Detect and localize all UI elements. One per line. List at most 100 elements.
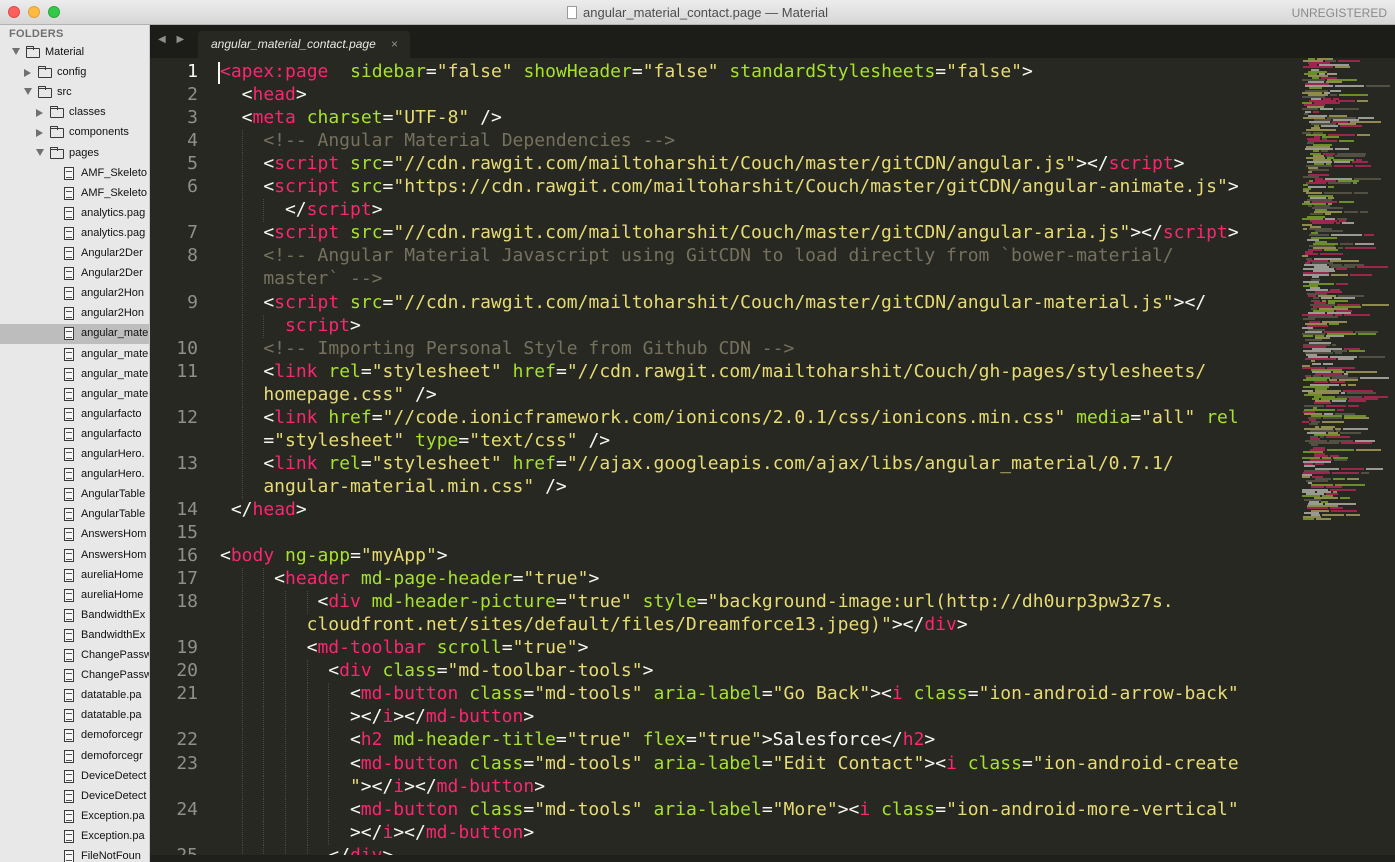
sidebar-file[interactable]: AMF_Skeleto — [0, 164, 149, 184]
code-line[interactable]: <script src="//cdn.rawgit.com/mailtohars… — [263, 153, 1184, 174]
indent-guide — [263, 683, 265, 707]
sidebar-file[interactable]: ChangePassw — [0, 646, 149, 666]
code-line[interactable]: <md-button class="md-tools" aria-label="… — [350, 683, 1239, 704]
code-line[interactable]: <md-button class="md-tools" aria-label="… — [350, 753, 1239, 774]
sidebar-file[interactable]: analytics.pag — [0, 224, 149, 244]
sidebar-file[interactable]: aureliaHome — [0, 586, 149, 606]
code-line[interactable]: <script src="//cdn.rawgit.com/mailtohars… — [263, 292, 1206, 313]
sidebar-file[interactable]: angular_mate — [0, 365, 149, 385]
code-token: < — [263, 360, 275, 382]
sidebar-file[interactable]: analytics.pag — [0, 204, 149, 224]
sidebar-file[interactable]: datatable.pa — [0, 686, 149, 706]
code-line[interactable]: homepage.css" /> — [263, 384, 436, 405]
sidebar-folder[interactable]: src — [0, 83, 149, 103]
sidebar-file[interactable]: AnswersHom — [0, 525, 149, 545]
sidebar-file[interactable]: AMF_Skeleto — [0, 184, 149, 204]
sidebar-file[interactable]: Angular2Der — [0, 264, 149, 284]
code-line[interactable]: </head> — [231, 499, 307, 520]
sidebar-file[interactable]: aureliaHome — [0, 566, 149, 586]
minimap-line — [1339, 139, 1354, 142]
code-line[interactable]: <header md-page-header="true"> — [274, 568, 599, 589]
code-line[interactable]: <link rel="stylesheet" href="//ajax.goog… — [263, 453, 1173, 474]
sidebar-file[interactable]: AngularTable — [0, 485, 149, 505]
sidebar-file[interactable]: BandwidthEx — [0, 606, 149, 626]
code-line[interactable]: master` --> — [263, 268, 382, 289]
code-line[interactable]: <md-toolbar scroll="true"> — [307, 637, 589, 658]
minimap-line — [1344, 314, 1370, 317]
sidebar-folder[interactable]: config — [0, 63, 149, 83]
sidebar-file[interactable]: angularHero. — [0, 465, 149, 485]
code-line[interactable]: </script> — [285, 199, 383, 220]
sidebar-file[interactable]: angularHero. — [0, 445, 149, 465]
code-line[interactable]: angular-material.min.css" /> — [263, 476, 566, 497]
code-line[interactable]: cloudfront.net/sites/default/files/Dream… — [307, 614, 968, 635]
code-line[interactable]: ="stylesheet" type="text/css" /> — [263, 430, 610, 451]
disclosure-open-icon[interactable] — [24, 88, 32, 96]
minimap[interactable] — [1300, 58, 1395, 862]
code-line[interactable]: <apex:page sidebar="false" showHeader="f… — [220, 61, 1033, 82]
tab-nav-arrows[interactable]: ◀ ▶ — [158, 34, 188, 45]
code-line[interactable]: <!-- Importing Personal Style from Githu… — [263, 338, 794, 359]
sidebar-file[interactable]: DeviceDetect — [0, 767, 149, 787]
sidebar-file[interactable]: FileNotFoun — [0, 847, 149, 862]
code-token: < — [349, 752, 361, 774]
code-line[interactable]: script> — [285, 315, 361, 336]
code-line[interactable]: <h2 md-header-title="true" flex="true">S… — [350, 729, 935, 750]
code-token: < — [349, 683, 361, 705]
disclosure-closed-icon[interactable] — [24, 69, 31, 78]
sidebar-file[interactable]: angular_mate — [0, 345, 149, 365]
code-line[interactable]: <script src="https://cdn.rawgit.com/mail… — [263, 176, 1238, 197]
sidebar-folder[interactable]: classes — [0, 103, 149, 123]
sidebar-file[interactable]: Exception.pa — [0, 807, 149, 827]
code-line[interactable]: <!-- Angular Material Dependencies --> — [263, 130, 675, 151]
code-line[interactable]: "></i></md-button> — [350, 776, 545, 797]
sidebar-file[interactable]: angular_mate — [0, 385, 149, 405]
code-line[interactable]: <link rel="stylesheet" href="//cdn.rawgi… — [263, 361, 1206, 382]
code-line[interactable]: <head> — [242, 84, 307, 105]
tab-close-icon[interactable]: × — [391, 37, 398, 51]
file-label: angularfacto — [81, 427, 142, 440]
code-line[interactable]: <div md-header-picture="true" style="bac… — [317, 591, 1173, 612]
code-line[interactable]: <meta charset="UTF-8" /> — [242, 107, 502, 128]
sidebar-file[interactable]: AngularTable — [0, 505, 149, 525]
sidebar-file[interactable]: angularfacto — [0, 405, 149, 425]
sidebar-file[interactable]: demoforcegr — [0, 726, 149, 746]
sidebar-file[interactable]: Angular2Der — [0, 244, 149, 264]
file-label: demoforcegr — [81, 729, 143, 742]
sidebar-file[interactable]: angularfacto — [0, 425, 149, 445]
sidebar-file[interactable]: Exception.pa — [0, 827, 149, 847]
sidebar-file[interactable]: DeviceDetect — [0, 787, 149, 807]
code-line[interactable]: <link href="//code.ionicframework.com/io… — [263, 407, 1238, 428]
disclosure-closed-icon[interactable] — [36, 129, 43, 138]
sidebar-file[interactable]: angular2Hon — [0, 304, 149, 324]
code-line[interactable]: <div class="md-toolbar-tools"> — [328, 660, 653, 681]
code-line[interactable]: ></i></md-button> — [350, 822, 534, 843]
code-line[interactable]: <script src="//cdn.rawgit.com/mailtohars… — [263, 222, 1238, 243]
code-line[interactable]: ></i></md-button> — [350, 706, 534, 727]
sidebar-folder[interactable]: Material — [0, 43, 149, 63]
sidebar-file[interactable]: angular2Hon — [0, 284, 149, 304]
sidebar-file[interactable]: angular_mate — [0, 324, 149, 345]
sidebar-folder[interactable]: components — [0, 123, 149, 143]
code-token: "//cdn.rawgit.com/mailtoharshit/Couch/ma… — [393, 153, 1077, 175]
sidebar-file[interactable]: AnswersHom — [0, 546, 149, 566]
minimap-line — [1332, 343, 1336, 346]
sidebar-file[interactable]: ChangePassw — [0, 666, 149, 686]
sidebar-folder[interactable]: pages — [0, 144, 149, 164]
code-line[interactable]: <!-- Angular Material Javascript using G… — [263, 245, 1173, 266]
disclosure-open-icon[interactable] — [36, 148, 44, 156]
disclosure-closed-icon[interactable] — [36, 109, 43, 118]
sidebar-file[interactable]: demoforcegr — [0, 747, 149, 767]
minimap-line — [1329, 322, 1339, 325]
sidebar-file[interactable]: datatable.pa — [0, 706, 149, 726]
tab-angular-material-contact[interactable]: angular_material_contact.page × — [198, 31, 410, 58]
code-line[interactable]: <body ng-app="myApp"> — [220, 545, 448, 566]
disclosure-open-icon[interactable] — [12, 48, 20, 55]
sidebar-file[interactable]: BandwidthEx — [0, 626, 149, 646]
code-line[interactable]: <md-button class="md-tools" aria-label="… — [350, 799, 1239, 820]
file-label: angularHero. — [81, 448, 145, 460]
horizontal-scrollbar[interactable] — [150, 855, 1395, 862]
file-icon — [64, 628, 74, 642]
code-editor[interactable]: 1 2 3 4 5 6 7 8 9 10 11 12 13 14 15 16 17 18 19 20 21 22 23 24 2… — [150, 58, 1300, 862]
